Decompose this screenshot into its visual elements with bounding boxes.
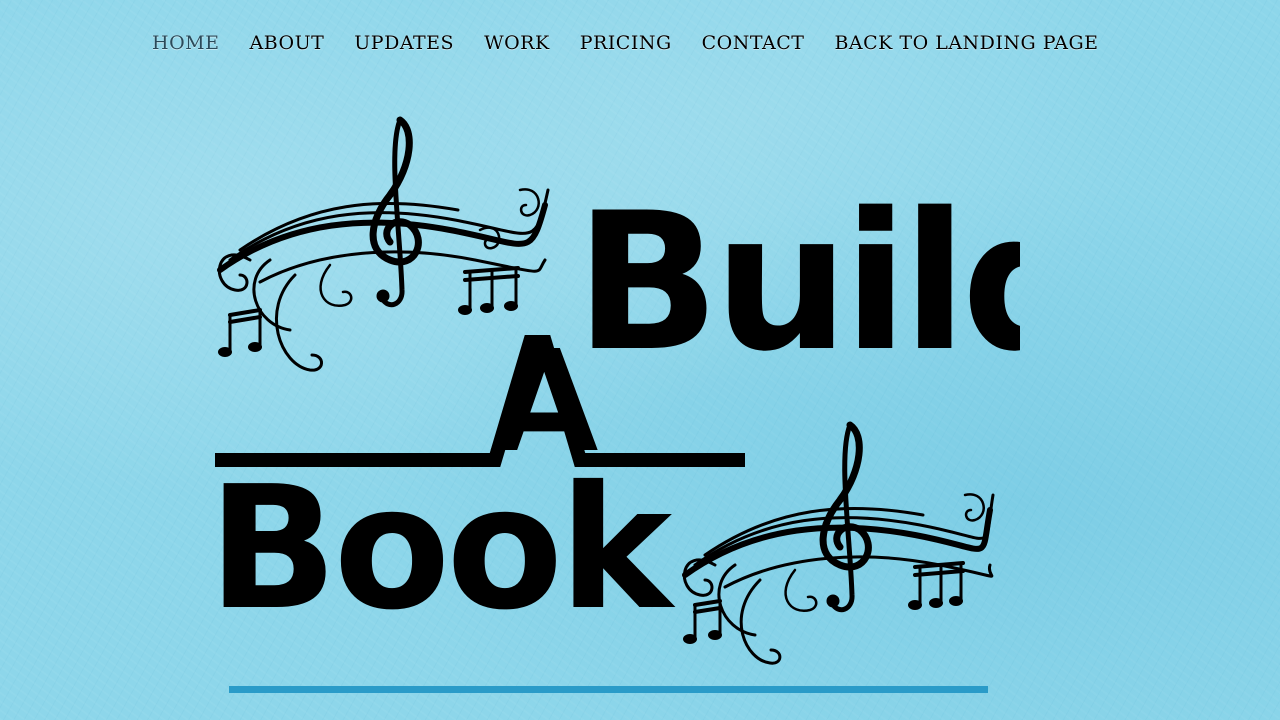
nav-item-pricing[interactable]: PRICING [580, 32, 672, 54]
build-a-book-logo: Build A Book [208, 116, 1020, 665]
main-nav: HOME ABOUT UPDATES WORK PRICING CONTACT … [152, 28, 1099, 58]
nav-item-work[interactable]: WORK [484, 32, 550, 54]
logo-word-build: Build [575, 172, 1020, 393]
nav-item-home[interactable]: HOME [152, 32, 219, 54]
nav-item-back-to-landing[interactable]: BACK TO LANDING PAGE [834, 32, 1098, 54]
nav-item-contact[interactable]: CONTACT [702, 32, 805, 54]
logo-word-book: Book [208, 450, 676, 648]
section-divider [229, 686, 988, 693]
nav-item-about[interactable]: ABOUT [249, 32, 324, 54]
nav-item-updates[interactable]: UPDATES [354, 32, 454, 54]
